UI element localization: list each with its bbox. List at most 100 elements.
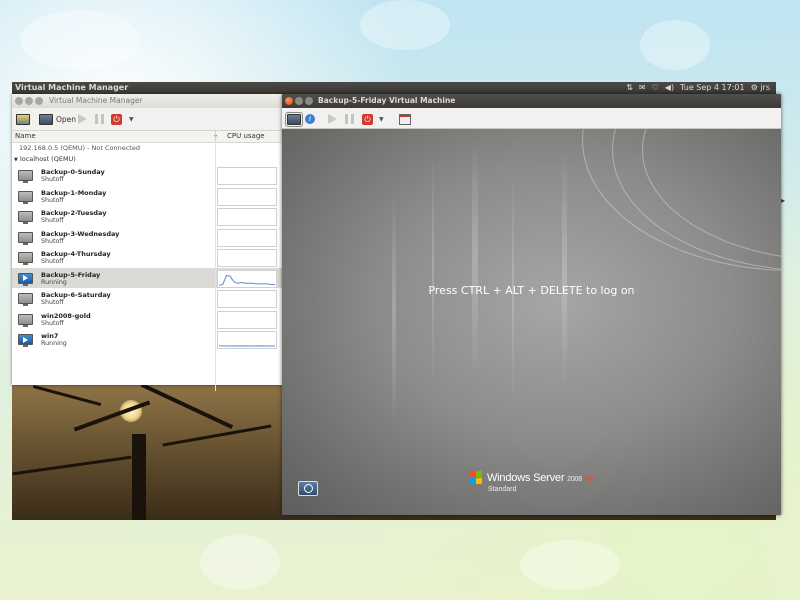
play-icon	[328, 114, 337, 124]
column-cpu-usage[interactable]: CPU usage	[215, 131, 265, 142]
mail-icon[interactable]: ✉	[639, 82, 646, 94]
vm-shutoff-icon	[18, 231, 33, 245]
open-button[interactable]: Open	[39, 112, 76, 126]
vm-row[interactable]: Backup-5-Friday Running	[12, 267, 282, 288]
new-vm-icon	[16, 113, 30, 125]
pause-button[interactable]	[345, 112, 354, 126]
vm-name: win7	[41, 332, 59, 340]
fullscreen-button[interactable]	[399, 112, 411, 126]
vm-shutoff-icon	[18, 170, 33, 183]
vm-running-icon	[18, 334, 33, 347]
run-button[interactable]	[78, 112, 87, 126]
vm-row[interactable]: win2008-gold Shutoff	[12, 309, 282, 330]
vm-name: Backup-0-Sunday	[41, 168, 105, 176]
wifi-icon[interactable]: ♡	[652, 82, 659, 94]
play-icon	[78, 114, 87, 124]
bokeh-circle	[200, 535, 280, 590]
ease-of-access-icon[interactable]	[298, 481, 318, 496]
shutdown-button[interactable]: ⏻	[362, 112, 373, 126]
vm-row[interactable]: Backup-1-Monday Shutoff	[12, 186, 282, 207]
vm-state: Shutoff	[41, 319, 64, 327]
cpu-sparkline	[218, 274, 275, 286]
vm-row[interactable]: Backup-3-Wednesday Shutoff	[12, 227, 282, 248]
light-ray	[472, 139, 478, 379]
vm-row[interactable]: Backup-6-Saturday Shutoff	[12, 288, 282, 309]
open-label: Open	[56, 114, 77, 124]
cpu-usage-graph	[217, 187, 277, 206]
pause-icon	[345, 114, 354, 124]
vm-state: Shutoff	[41, 196, 64, 204]
cpu-usage-graph	[217, 228, 277, 247]
host-label: localhost (QEMU)	[19, 155, 76, 163]
vm-shutoff-icon	[18, 293, 33, 306]
vm-row[interactable]: Backup-4-Thursday Shutoff	[12, 247, 282, 268]
vm-name: Backup-1-Monday	[41, 188, 107, 197]
chevron-down-icon: ▼	[379, 115, 384, 123]
show-console-button[interactable]	[285, 111, 303, 127]
close-button[interactable]	[15, 97, 23, 105]
windows-logo-icon	[469, 470, 483, 485]
run-button[interactable]	[328, 112, 337, 126]
pause-icon	[95, 114, 104, 124]
vmm-titlebar[interactable]: Virtual Machine Manager	[12, 94, 282, 108]
vm-row[interactable]: win7 Running	[12, 329, 282, 350]
vm-shutoff-icon	[18, 313, 33, 327]
show-details-button[interactable]: i	[305, 112, 315, 126]
vm-row[interactable]: Backup-2-Tuesday Shutoff	[12, 206, 282, 227]
column-divider	[215, 141, 216, 391]
power-icon: ⏻	[362, 113, 373, 125]
monitor-icon	[285, 111, 303, 127]
vm-name: Backup-4-Thursday	[41, 250, 111, 258]
shutdown-menu-button[interactable]: ▼	[379, 112, 384, 126]
tree-branch	[12, 455, 132, 476]
vm-state: Shutoff	[41, 258, 64, 265]
minimize-button[interactable]	[25, 97, 33, 105]
vm-list: Backup-0-Sunday Shutoff Backup-1-Monday Shu…	[12, 165, 282, 350]
volume-icon[interactable]: ◀)	[665, 82, 674, 94]
vm-shutoff-icon	[18, 252, 33, 265]
user-menu[interactable]: ⚙ jrs	[751, 82, 770, 94]
console-titlebar[interactable]: Backup-5-Friday Virtual Machine	[282, 94, 781, 108]
cpu-usage-graph	[217, 290, 277, 308]
network-icon[interactable]: ⇅	[626, 82, 633, 94]
console-toolbar: i ⏻ ▼	[282, 108, 781, 129]
logon-message: Press CTRL + ALT + DELETE to log on	[428, 284, 635, 297]
tree-trunk	[132, 434, 146, 520]
cpu-usage-graph	[217, 249, 277, 267]
fullscreen-icon	[399, 113, 411, 125]
windows-server-brand: Windows Server 2008 R2	[487, 472, 594, 484]
new-vm-button[interactable]	[16, 112, 30, 126]
vm-console-window: Backup-5-Friday Virtual Machine i ⏻ ▼ Pr…	[282, 94, 785, 515]
shutdown-menu-button[interactable]: ▼	[129, 112, 134, 126]
pause-button[interactable]	[95, 112, 104, 126]
bokeh-circle	[20, 10, 140, 70]
minimize-button[interactable]	[295, 97, 303, 105]
vm-name: Backup-3-Wednesday	[41, 229, 120, 238]
chevron-right-icon[interactable]: ▸	[781, 196, 785, 205]
cpu-usage-graph	[217, 331, 277, 349]
brand-edition: Standard	[488, 486, 517, 493]
tree-branch	[162, 424, 272, 447]
top-panel: Virtual Machine Manager ⇅ ✉ ♡ ◀) Tue Sep…	[12, 82, 776, 94]
user-name: jrs	[760, 83, 770, 92]
vm-state: Running	[41, 340, 67, 347]
vm-running-icon	[18, 272, 33, 286]
vm-row[interactable]: Backup-0-Sunday Shutoff	[12, 165, 282, 186]
shutdown-button[interactable]: ⏻	[111, 112, 122, 126]
bokeh-circle	[360, 0, 450, 50]
connection-row[interactable]: 192.168.0.5 (QEMU) - Not Connected	[12, 143, 282, 154]
info-icon: i	[305, 114, 315, 124]
tree-branch	[32, 384, 102, 407]
vm-display[interactable]: Press CTRL + ALT + DELETE to log on Wind…	[282, 129, 781, 515]
cpu-usage-graph	[217, 310, 277, 329]
host-row[interactable]: ▼ localhost (QEMU)	[12, 154, 282, 165]
vm-name: Backup-5-Friday	[41, 270, 101, 279]
expander-icon[interactable]: ▼	[14, 157, 18, 163]
maximize-button[interactable]	[35, 97, 43, 105]
clock[interactable]: Tue Sep 4 17:01	[680, 82, 745, 94]
brand-name: Windows Server	[487, 472, 565, 484]
maximize-button[interactable]	[305, 97, 313, 105]
cpu-usage-graph	[217, 208, 277, 226]
close-button[interactable]	[285, 97, 293, 105]
column-name[interactable]: Name	[15, 131, 36, 142]
